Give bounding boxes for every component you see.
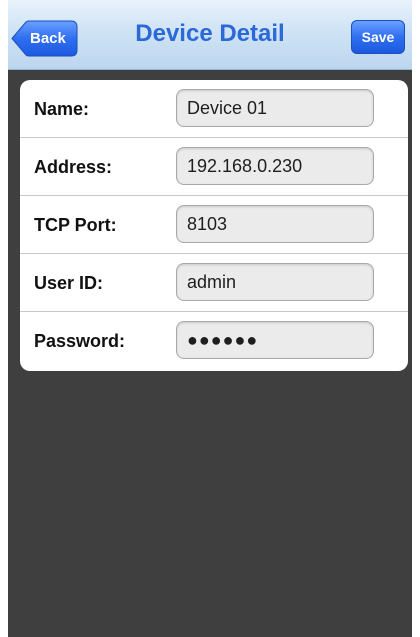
form-row-user-id: User ID: [20,254,408,312]
user-id-field[interactable] [176,263,374,301]
address-label: Address: [34,157,113,177]
app-screen: Back Device Detail Save Name: Address: T… [8,0,412,637]
user-id-label: User ID: [34,273,104,293]
save-button[interactable]: Save [351,20,405,54]
password-field[interactable] [176,321,374,359]
form-row-tcp-port: TCP Port: [20,196,408,254]
form-row-name: Name: [20,80,408,138]
password-label: Password: [34,331,126,351]
tcp-port-field[interactable] [176,205,374,243]
name-field[interactable] [176,89,374,127]
form-row-password: Password: [20,312,408,370]
address-field[interactable] [176,147,374,185]
device-form: Name: Address: TCP Port: User ID: Passwo… [20,80,408,371]
tcp-port-label: TCP Port: [34,215,117,235]
navigation-bar: Back Device Detail Save [8,0,412,70]
name-label: Name: [34,99,90,119]
form-row-address: Address: [20,138,408,196]
